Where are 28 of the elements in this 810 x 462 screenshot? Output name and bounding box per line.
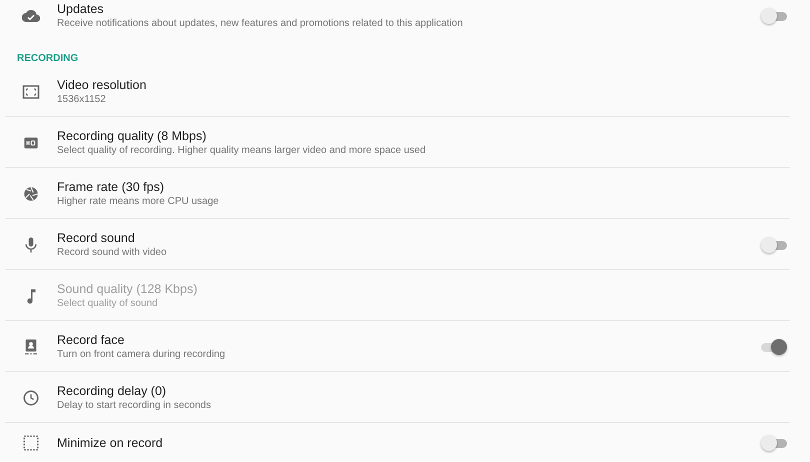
setting-title[interactable]: Video resolution — [57, 77, 790, 93]
section-header: RECORDING — [16, 52, 80, 66]
setting-title[interactable]: Record sound — [57, 230, 761, 246]
setting-description: Select quality of recording. Higher quality means larger video and more space used — [57, 144, 427, 158]
setting-description: Higher rate means more CPU usage — [57, 195, 220, 209]
toggle-switch[interactable] — [761, 237, 787, 253]
setting-description: Record sound with video — [57, 246, 168, 260]
setting-title[interactable]: Recording quality (8 Mbps) — [57, 128, 790, 144]
setting-description: Select quality of sound — [57, 297, 159, 311]
toggle-switch[interactable] — [761, 435, 787, 451]
setting-description: Turn on front camera during recording — [57, 348, 226, 362]
setting-title[interactable]: Updates — [57, 1, 761, 17]
setting-description: 1536x1152 — [57, 93, 107, 107]
portrait-camera-icon — [22, 338, 40, 356]
setting-title[interactable]: Recording delay (0) — [57, 383, 790, 399]
frame-icon — [22, 83, 40, 101]
setting-title[interactable]: Record face — [57, 332, 761, 348]
setting-description: Delay to start recording in seconds — [57, 399, 212, 413]
aperture-icon — [22, 185, 40, 203]
setting-title[interactable]: Minimize on record — [57, 435, 761, 451]
setting-description: Receive notifications about updates, new features and promotions related to this application — [57, 17, 464, 31]
clock-icon — [22, 389, 40, 407]
dotted-frame-icon — [22, 434, 40, 452]
toggle-switch[interactable] — [761, 8, 787, 24]
setting-title[interactable]: Frame rate (30 fps) — [57, 179, 790, 195]
toggle-switch[interactable] — [761, 339, 787, 355]
cloud-check-icon — [22, 7, 40, 25]
hq-icon — [23, 135, 39, 151]
